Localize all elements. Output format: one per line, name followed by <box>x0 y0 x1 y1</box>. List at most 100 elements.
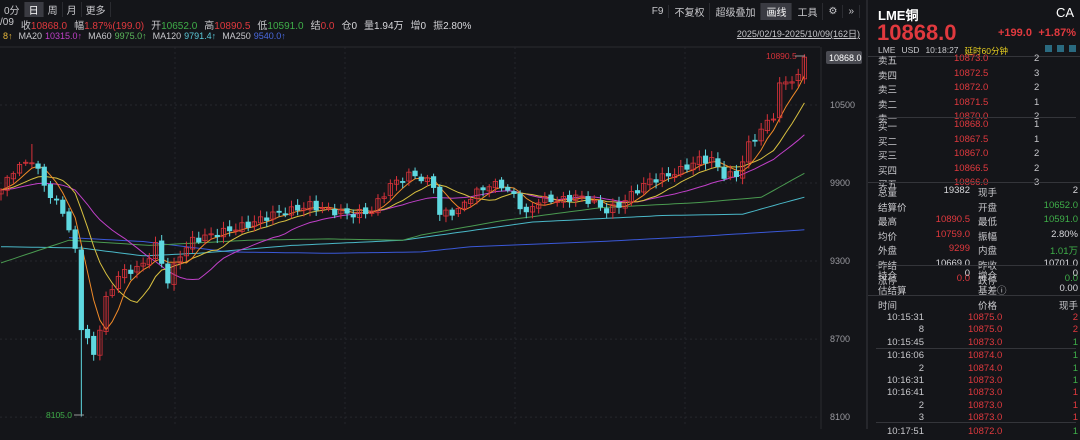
stat-label: 总量 <box>878 188 898 199</box>
candle-body[interactable] <box>597 200 604 208</box>
divider <box>876 117 1076 118</box>
trade-time: 8 <box>918 324 924 336</box>
candle-body[interactable] <box>511 191 517 194</box>
candle-body[interactable] <box>412 170 418 177</box>
period-tab[interactable]: 更多 <box>82 1 111 17</box>
trade-time: 10:15:31 <box>887 312 924 323</box>
candle-body[interactable] <box>523 206 529 213</box>
candle-body[interactable] <box>72 229 78 249</box>
candle-body[interactable] <box>332 209 338 216</box>
candle-body[interactable] <box>733 170 740 177</box>
period-tab[interactable]: 月 <box>63 1 82 17</box>
candle-body[interactable] <box>214 234 220 238</box>
info-label: 仓 <box>341 21 352 32</box>
candle-body[interactable] <box>498 179 505 189</box>
toolbar-button[interactable]: 画线 <box>761 3 793 20</box>
candlestick-chart[interactable]: 10500 9900 9300 8700 8100 10890.5 8105.0 10868.… <box>0 0 864 429</box>
candle-body[interactable] <box>400 181 406 183</box>
candle-body[interactable] <box>634 190 641 194</box>
date-range-selector[interactable]: 2025/02/19-2025/10/09(162日) <box>737 27 860 40</box>
order-book-row: 卖四 10872.5 3 <box>868 68 1080 82</box>
candle-body[interactable] <box>480 187 486 191</box>
period-tab[interactable]: 日 <box>24 1 44 17</box>
candle-body[interactable] <box>128 269 134 274</box>
divider <box>876 348 1076 349</box>
candle-body[interactable] <box>54 198 60 201</box>
candle-body[interactable] <box>159 240 165 264</box>
candle-body[interactable] <box>363 207 369 215</box>
candle-body[interactable] <box>715 158 721 167</box>
candle-body[interactable] <box>276 210 282 213</box>
candle-body[interactable] <box>66 211 72 231</box>
candle-body[interactable] <box>313 200 319 211</box>
candle-body[interactable] <box>566 194 573 202</box>
candle-body[interactable] <box>35 163 41 169</box>
toolbar-button[interactable]: 超级叠加 <box>710 3 762 20</box>
edit-icon[interactable] <box>1045 45 1052 52</box>
candle-body[interactable] <box>78 249 84 331</box>
alert-icon[interactable] <box>1057 45 1064 52</box>
stat-value: 0 <box>964 268 970 279</box>
candle-body[interactable] <box>752 139 758 142</box>
candle-body[interactable] <box>449 209 455 216</box>
candle-body[interactable] <box>653 179 659 183</box>
info-value: 0.0 <box>320 21 335 32</box>
candle-body[interactable] <box>430 176 437 188</box>
candle-body[interactable] <box>505 186 511 191</box>
candle-body[interactable] <box>196 237 202 243</box>
candle-body[interactable] <box>585 196 591 204</box>
candle-body[interactable] <box>616 202 622 208</box>
candle-body[interactable] <box>350 214 356 218</box>
toolbar-button[interactable]: 工具 <box>792 3 824 20</box>
add-icon[interactable] <box>1069 45 1076 52</box>
candle-body[interactable] <box>91 335 97 355</box>
level-volume: 3 <box>1034 67 1040 79</box>
ma-item: MA120 9791.4↑ <box>153 31 217 41</box>
candle-body[interactable] <box>604 208 610 214</box>
candle-body[interactable] <box>295 204 301 211</box>
candle-body[interactable] <box>84 328 91 339</box>
stat-value: 0 <box>1072 268 1078 279</box>
period-tab[interactable]: 0分 <box>0 1 25 17</box>
ma-value: 9975.0↑ <box>114 31 147 41</box>
candle-body[interactable] <box>282 213 288 216</box>
candle-body[interactable] <box>418 176 424 182</box>
candle-body[interactable] <box>702 155 709 164</box>
column-header: 价格 <box>978 301 998 312</box>
divider <box>868 295 1080 296</box>
candle-body[interactable] <box>47 184 54 199</box>
candle-body[interactable] <box>245 221 251 228</box>
order-book-row: 卖二 10871.5 1 <box>868 97 1080 111</box>
last-price: 10868.0 <box>877 20 957 45</box>
trade-price: 10873.0 <box>968 375 1003 386</box>
candle-body[interactable] <box>41 166 47 186</box>
level-label: 买一 <box>878 122 898 133</box>
price-tick-label: 9300 <box>830 256 850 266</box>
period-tab[interactable]: 周 <box>44 1 63 17</box>
order-book-row: 买四 10866.5 2 <box>868 163 1080 177</box>
toolbar-button[interactable]: F9 <box>647 5 670 18</box>
candle-body[interactable] <box>165 263 171 284</box>
stat-row: 结算价 开盘 10652.0 <box>868 200 1080 214</box>
candle-body[interactable] <box>684 164 690 170</box>
candle-body[interactable] <box>227 226 233 232</box>
candle-body[interactable] <box>665 173 672 177</box>
level-price: 10867.5 <box>954 133 989 145</box>
info-value: 1.94万 <box>374 21 404 32</box>
toolbar-button[interactable]: ⚙ <box>823 5 844 18</box>
candle-body[interactable] <box>721 167 727 179</box>
candle-body[interactable] <box>60 199 66 214</box>
ma-label: MA60 <box>88 31 112 41</box>
stat-value: 10591.0 <box>1043 214 1078 226</box>
candle-body[interactable] <box>344 208 350 214</box>
candle-body[interactable] <box>437 186 443 215</box>
trade-price: 10874.0 <box>968 362 1003 374</box>
info-value: 0 <box>351 21 358 32</box>
ma-value: 8↑ <box>3 31 13 41</box>
candle-body[interactable] <box>548 194 554 203</box>
toolbar-button[interactable]: 不复权 <box>669 3 711 20</box>
stat-value: 10759.0 <box>935 228 970 240</box>
candle-body[interactable] <box>264 217 270 221</box>
toolbar-button[interactable]: » <box>843 5 860 18</box>
candle-body[interactable] <box>517 193 523 210</box>
